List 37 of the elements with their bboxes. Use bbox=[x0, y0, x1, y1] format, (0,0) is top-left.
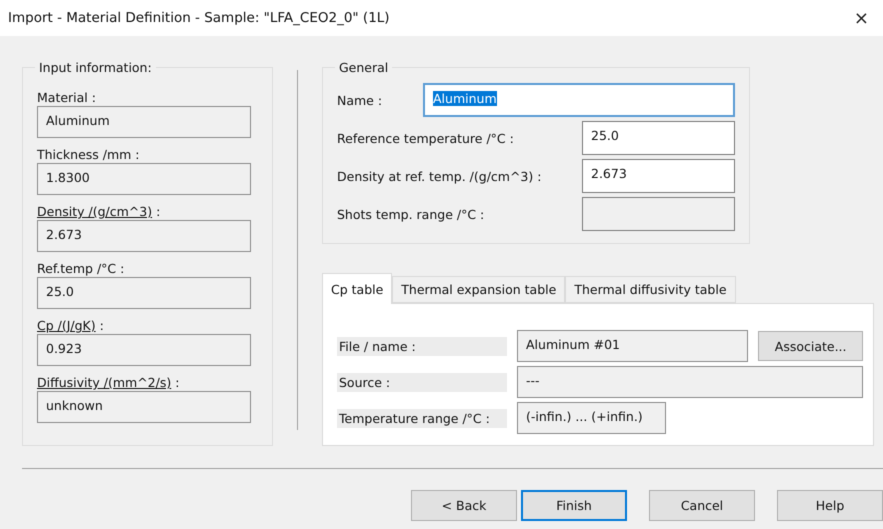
field-label: Reference temperature /°C : bbox=[337, 130, 515, 146]
readonly-field: --- bbox=[517, 366, 863, 398]
readonly-field: 25.0 bbox=[37, 277, 251, 309]
field-label: Cp /(J/gK) : bbox=[37, 318, 105, 333]
field-label: Material : bbox=[37, 90, 97, 105]
readonly-field: unknown bbox=[37, 391, 251, 423]
field-label: Diffusivity /(mm^2/s) : bbox=[37, 375, 180, 390]
tab[interactable]: Thermal expansion table bbox=[392, 276, 566, 303]
field-label: Density at ref. temp. /(g/cm^3) : bbox=[337, 168, 542, 184]
close-button[interactable]: × bbox=[854, 8, 869, 28]
readonly-field: Aluminum #01 bbox=[517, 330, 748, 362]
readonly-field: 1.8300 bbox=[37, 163, 251, 195]
group-title: General bbox=[338, 60, 390, 75]
name-input[interactable]: Aluminum bbox=[423, 83, 735, 117]
tab[interactable]: Cp table bbox=[322, 273, 392, 304]
readonly-field: (-infin.) ... (+infin.) bbox=[517, 402, 666, 434]
field-label: Source : bbox=[337, 372, 507, 392]
field-label: Density /(g/cm^3) : bbox=[37, 204, 162, 219]
field-label: Temperature range /°C : bbox=[337, 408, 507, 428]
field-label: File / name : bbox=[337, 336, 507, 356]
finish-button[interactable]: Finish bbox=[521, 490, 627, 521]
readonly-field: Aluminum bbox=[37, 106, 251, 138]
field-label: Thickness /mm : bbox=[37, 147, 141, 162]
back-button[interactable]: < Back bbox=[411, 490, 517, 521]
associate-button[interactable]: Associate... bbox=[758, 331, 863, 361]
input-field[interactable]: 25.0 bbox=[582, 121, 735, 155]
field-label: Ref.temp /°C : bbox=[37, 261, 126, 276]
input-field[interactable]: 2.673 bbox=[582, 159, 735, 193]
field-label: Shots temp. range /°C : bbox=[337, 206, 486, 222]
name-label: Name : bbox=[337, 92, 384, 108]
window-title: Import - Material Definition - Sample: "LFA_CEO2_0" (1L) bbox=[8, 10, 390, 26]
help-button[interactable]: Help bbox=[777, 490, 883, 521]
tab[interactable]: Thermal diffusivity table bbox=[565, 276, 736, 303]
readonly-field: 2.673 bbox=[37, 220, 251, 252]
readonly-field: 0.923 bbox=[37, 334, 251, 366]
group-title: Input information: bbox=[38, 60, 153, 75]
cancel-button[interactable]: Cancel bbox=[649, 490, 755, 521]
